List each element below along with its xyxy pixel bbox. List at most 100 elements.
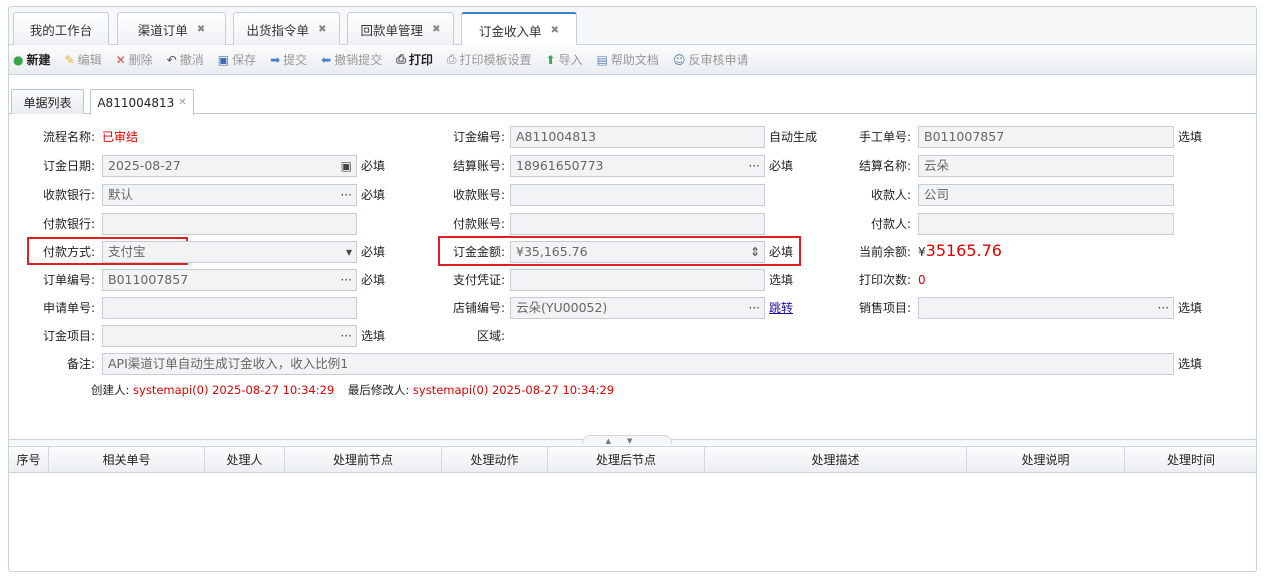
floppy-disk-icon: ▣ (217, 52, 230, 67)
close-icon[interactable]: ✖ (197, 24, 205, 35)
tab-deposit-income[interactable]: 订金收入单 ✖ (461, 12, 577, 46)
apply-no-field[interactable] (102, 297, 357, 319)
close-icon[interactable]: ✖ (318, 24, 326, 35)
printer-icon: ⎙ (396, 52, 406, 66)
payee-field[interactable]: 公司 (918, 184, 1174, 206)
recv-bank-label: 收款银行: (42, 188, 95, 202)
tab-doc-list[interactable]: 单据列表 (11, 89, 84, 114)
ellipsis-icon[interactable]: ··· (749, 298, 760, 318)
settle-name-field[interactable]: 云朵 (918, 155, 1174, 177)
revoke-submit-button-label: 撤销提交 (334, 53, 383, 67)
deposit-no-label: 订金编号: (452, 130, 505, 144)
pay-voucher-field[interactable] (510, 269, 765, 291)
tab-doc-detail[interactable]: A811004813 ✕ (90, 89, 194, 115)
pay-bank-field[interactable] (102, 213, 357, 235)
payer-label: 付款人: (870, 217, 911, 231)
save-button-label: 保存 (232, 53, 257, 67)
submit-button[interactable]: ➡ 提交 (270, 51, 307, 68)
splitter-grip-icon[interactable]: ▲▼ (582, 435, 672, 445)
calendar-icon[interactable]: ▣ (341, 156, 352, 176)
field-value: 默认 (108, 187, 134, 202)
col-header-explanation[interactable]: 处理说明 (967, 447, 1125, 473)
deposit-item-field[interactable]: ··· (102, 325, 357, 347)
pay-account-field[interactable] (510, 213, 765, 235)
deposit-date-label: 订金日期: (42, 159, 95, 173)
payer-field[interactable] (918, 213, 1174, 235)
new-button[interactable]: ● 新建 (13, 51, 51, 68)
ellipsis-icon[interactable]: ··· (341, 270, 352, 290)
import-button[interactable]: ⬆ 导入 (546, 51, 583, 68)
deposit-no-field[interactable]: A811004813 (510, 126, 765, 148)
close-icon[interactable]: ✕ (178, 97, 186, 108)
reverse-audit-button[interactable]: ☺ 反审核申请 (673, 51, 749, 68)
tab-label: 我的工作台 (29, 22, 93, 38)
tab-label: 出货指令单 (246, 22, 310, 38)
panel-splitter[interactable]: ▲▼ (9, 435, 1256, 445)
shop-jump-link[interactable]: 跳转 (769, 298, 793, 318)
ellipsis-icon[interactable]: ··· (749, 156, 760, 176)
close-icon[interactable]: ✖ (432, 24, 440, 35)
settle-account-field[interactable]: 18961650773 ··· (510, 155, 765, 177)
tab-label: A811004813 (97, 95, 175, 110)
tab-workbench[interactable]: 我的工作台 (13, 12, 109, 45)
printer-icon: ⎙ (446, 52, 457, 66)
recv-bank-field[interactable]: 默认 ··· (102, 184, 357, 206)
help-doc-button[interactable]: ▤ 帮助文档 (597, 51, 659, 68)
pay-method-hint: 必填 (361, 245, 386, 259)
print-button[interactable]: ⎙ 打印 (396, 51, 433, 68)
current-balance-value: 35165.76 (925, 241, 1002, 260)
col-header-after-node[interactable]: 处理后节点 (548, 447, 705, 473)
submit-button-label: 提交 (283, 53, 308, 67)
chevron-down-icon[interactable]: ▾ (346, 242, 352, 262)
order-no-field[interactable]: B011007857 ··· (102, 269, 357, 291)
tab-label: 单据列表 (23, 95, 72, 110)
col-header-description[interactable]: 处理描述 (705, 447, 967, 473)
shop-no-field[interactable]: 云朵(YU00052) ··· (510, 297, 765, 319)
pay-bank-label: 付款银行: (42, 217, 95, 231)
col-header-related-no[interactable]: 相关单号 (49, 447, 205, 473)
deposit-date-hint: 必填 (361, 159, 386, 173)
deposit-date-field[interactable]: 2025-08-27 ▣ (102, 155, 357, 177)
spinner-icon[interactable]: ⇕ (750, 242, 760, 262)
recv-account-label: 收款账号: (452, 188, 505, 202)
close-icon[interactable]: ✖ (551, 25, 559, 36)
col-header-seq[interactable]: 序号 (9, 447, 49, 473)
col-header-before-node[interactable]: 处理前节点 (285, 447, 442, 473)
print-count-label: 打印次数: (858, 273, 911, 287)
ellipsis-icon[interactable]: ··· (341, 185, 352, 205)
tab-channel-orders[interactable]: 渠道订单 ✖ (117, 12, 226, 45)
field-value: API渠道订单自动生成订金收入，收入比例1 (108, 356, 349, 371)
col-header-handler[interactable]: 处理人 (205, 447, 285, 473)
top-tab-bar: 我的工作台 渠道订单 ✖ 出货指令单 ✖ 回款单管理 ✖ 订金收入单 ✖ (9, 7, 1256, 46)
deposit-amount-hint: 必填 (769, 245, 794, 259)
ellipsis-icon[interactable]: ··· (341, 326, 352, 346)
edit-button[interactable]: ✎ 编辑 (65, 51, 102, 68)
manual-no-field[interactable]: B011007857 (918, 126, 1174, 148)
print-template-button[interactable]: ⎙ 打印模板设置 (447, 51, 532, 68)
recv-bank-hint: 必填 (361, 188, 386, 202)
pay-method-select[interactable]: 支付宝 ▾ (102, 241, 357, 263)
field-value: 云朵(YU00052) (516, 300, 608, 315)
settle-name-label: 结算名称: (858, 159, 911, 173)
col-header-time[interactable]: 处理时间 (1125, 447, 1256, 473)
sales-item-hint: 选填 (1178, 301, 1203, 315)
toolbar: ● 新建 ✎ 编辑 ✕ 删除 ↶ 撤消 ▣ 保存 ➡ 提交 ⬅ 撤销提交 ⎙ 打 (9, 45, 1256, 75)
user-icon: ☺ (672, 52, 686, 67)
sales-item-field[interactable]: ··· (918, 297, 1174, 319)
ellipsis-icon[interactable]: ··· (1158, 298, 1169, 318)
pencil-icon: ✎ (64, 52, 75, 67)
deposit-amount-field[interactable]: ¥35,165.76 ⇕ (510, 241, 765, 263)
col-header-action[interactable]: 处理动作 (442, 447, 548, 473)
tab-shipping-instructions[interactable]: 出货指令单 ✖ (233, 12, 340, 45)
revoke-submit-button[interactable]: ⬅ 撤销提交 (321, 51, 382, 68)
print-count-value: 0 (918, 273, 926, 287)
reverse-audit-button-label: 反审核申请 (688, 53, 749, 67)
remark-field[interactable]: API渠道订单自动生成订金收入，收入比例1 (102, 353, 1174, 375)
delete-button-label: 删除 (128, 53, 153, 67)
recv-account-field[interactable] (510, 184, 765, 206)
undo-button[interactable]: ↶ 撤消 (167, 51, 204, 68)
delete-button[interactable]: ✕ 删除 (116, 51, 153, 68)
save-button[interactable]: ▣ 保存 (218, 51, 256, 68)
tab-label: 渠道订单 (137, 22, 188, 38)
tab-payment-receipts[interactable]: 回款单管理 ✖ (347, 12, 454, 45)
